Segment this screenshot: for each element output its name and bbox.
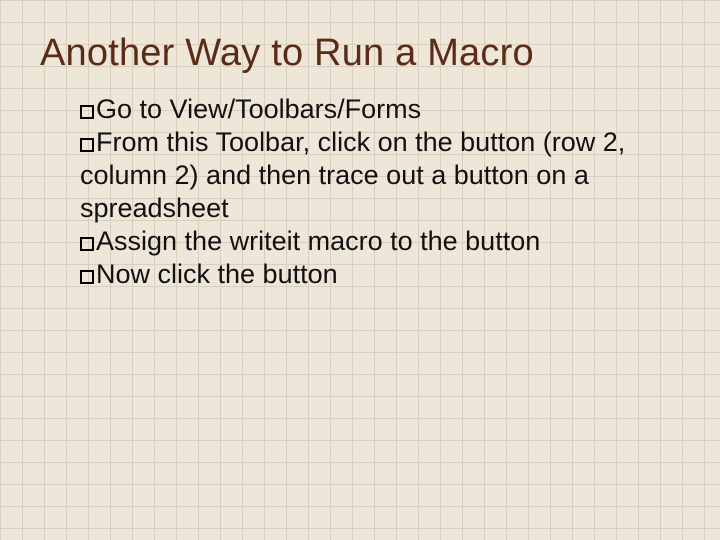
list-item: Go to View/Toolbars/Forms	[80, 93, 670, 126]
square-bullet-icon	[80, 270, 94, 284]
bullet-lead: From	[96, 127, 159, 157]
bullet-lead: Now	[96, 259, 150, 289]
square-bullet-icon	[80, 105, 94, 119]
slide-body: Go to View/Toolbars/Forms From this Tool…	[80, 93, 670, 291]
bullet-rest: click the button	[150, 259, 338, 289]
bullet-lead: Go	[96, 94, 132, 124]
bullet-rest: to View/Toolbars/Forms	[132, 94, 421, 124]
list-item: Now click the button	[80, 258, 670, 291]
slide-title: Another Way to Run a Macro	[40, 32, 684, 75]
slide: Another Way to Run a Macro Go to View/To…	[0, 0, 720, 540]
bullet-rest: the writeit macro to the button	[177, 226, 540, 256]
list-item: From this Toolbar, click on the button (…	[80, 126, 670, 225]
bullet-rest: this Toolbar, click on the button (row 2…	[80, 127, 625, 223]
bullet-lead: Assign	[96, 226, 177, 256]
square-bullet-icon	[80, 237, 94, 251]
square-bullet-icon	[80, 138, 94, 152]
list-item: Assign the writeit macro to the button	[80, 225, 670, 258]
